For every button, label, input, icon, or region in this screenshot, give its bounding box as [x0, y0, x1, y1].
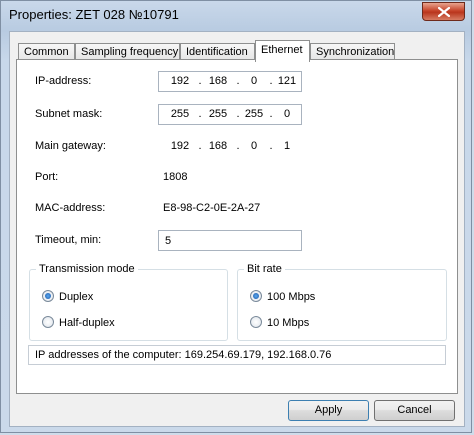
tab-ethernet[interactable]: Ethernet [255, 40, 310, 62]
radio-button-icon[interactable] [42, 290, 54, 302]
port-label: Port: [35, 171, 59, 183]
computer-ip-info: IP addresses of the computer: 169.254.69… [28, 345, 446, 365]
window-title: Properties: ZET 028 №10791 [9, 7, 179, 22]
radio-button-icon[interactable] [250, 316, 262, 328]
timeout-label: Timeout, min: [35, 234, 102, 246]
subnet-mask-label: Subnet mask: [35, 108, 103, 120]
radio-10-mbps-label: 10 Mbps [267, 317, 310, 329]
radio-half-duplex[interactable]: Half-duplex [42, 316, 115, 329]
ip-octet: 192 [170, 75, 190, 87]
mac-address-value: E8-98-C2-0E-2A-27 [163, 202, 261, 214]
ip-address-label: IP-address: [35, 75, 92, 87]
radio-half-duplex-label: Half-duplex [59, 317, 115, 329]
bit-rate-group: Bit rate 100 Mbps 10 Mbps [237, 263, 447, 341]
close-icon [438, 7, 450, 17]
subnet-mask-input[interactable]: 255 . 255 . 255 . 0 [158, 104, 302, 125]
ip-octet: 121 [277, 75, 297, 87]
tab-strip: Common Sampling frequency Identification… [18, 40, 458, 62]
main-gateway-label: Main gateway: [35, 140, 106, 152]
subnet-octet: 0 [283, 108, 291, 120]
ip-octet: 168 [208, 75, 228, 87]
radio-duplex-label: Duplex [59, 291, 94, 303]
radio-100-mbps-label: 100 Mbps [267, 291, 316, 303]
transmission-mode-group: Transmission mode Duplex Half-duplex [29, 263, 228, 341]
radio-button-icon[interactable] [42, 316, 54, 328]
bit-rate-title: Bit rate [244, 263, 285, 275]
gateway-octet: 192 [170, 140, 190, 152]
main-gateway-input[interactable]: 192 . 168 . 0 . 1 [158, 136, 302, 157]
subnet-octet: 255 [170, 108, 190, 120]
ethernet-panel: IP-address: 192 . 168 . 0 . 121 Subnet m… [16, 59, 458, 394]
subnet-octet: 255 [244, 108, 264, 120]
cancel-button[interactable]: Cancel [374, 400, 455, 421]
properties-window: Properties: ZET 028 №10791 Common Sampli… [0, 0, 472, 433]
title-bar[interactable]: Properties: ZET 028 №10791 [1, 1, 471, 29]
ip-address-input[interactable]: 192 . 168 . 0 . 121 [158, 71, 302, 92]
gateway-octet: 1 [283, 140, 291, 152]
ip-octet: 0 [250, 75, 258, 87]
port-value: 1808 [163, 171, 188, 183]
radio-10-mbps[interactable]: 10 Mbps [250, 316, 309, 329]
timeout-input[interactable] [158, 230, 302, 251]
radio-100-mbps[interactable]: 100 Mbps [250, 290, 315, 303]
gateway-octet: 0 [250, 140, 258, 152]
radio-duplex[interactable]: Duplex [42, 290, 93, 303]
apply-button[interactable]: Apply [288, 400, 369, 421]
radio-button-icon[interactable] [250, 290, 262, 302]
close-button[interactable] [422, 2, 465, 21]
subnet-octet: 255 [208, 108, 228, 120]
gateway-octet: 168 [208, 140, 228, 152]
mac-address-label: MAC-address: [35, 202, 106, 214]
dialog-client: Common Sampling frequency Identification… [9, 31, 465, 427]
transmission-mode-title: Transmission mode [36, 263, 138, 275]
